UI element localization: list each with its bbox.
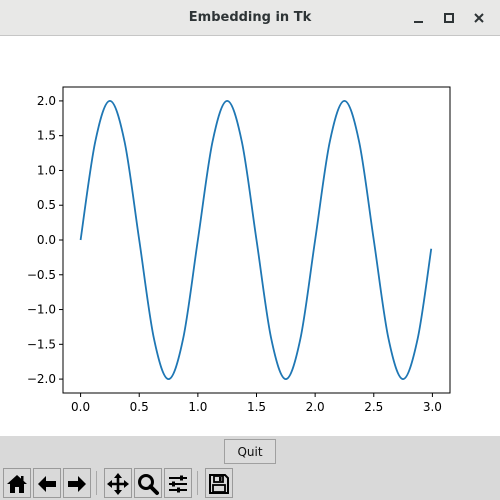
toolbar-separator [96, 471, 97, 495]
y-tick-label: −1.5 [27, 337, 56, 351]
y-tick-label: 0.0 [37, 233, 56, 247]
figure-canvas[interactable]: 0.0 0.5 1.0 1.5 2.0 2.5 3.0 2.0 1.5 1.0 0.5 0.0 −0.5… [0, 36, 500, 436]
save-icon[interactable] [205, 468, 233, 498]
y-tick-label: 2.0 [37, 94, 56, 108]
x-tick-label: 3.0 [423, 400, 442, 414]
y-tick-label: −1.0 [27, 303, 56, 317]
x-tick-label: 2.5 [364, 400, 383, 414]
toolbar-separator [197, 471, 198, 495]
y-tick-label: 1.0 [37, 163, 56, 177]
configure-subplots-icon[interactable] [164, 468, 192, 498]
line-chart: 0.0 0.5 1.0 1.5 2.0 2.5 3.0 2.0 1.5 1.0 0.5 0.0 −0.5… [27, 86, 451, 414]
quit-button[interactable]: Quit [224, 439, 276, 464]
y-tick-label: −0.5 [27, 268, 56, 282]
x-tick-label: 1.5 [247, 400, 266, 414]
back-arrow-icon[interactable] [33, 468, 61, 498]
minimize-icon[interactable] [410, 9, 428, 27]
x-tick-label: 0.5 [130, 400, 149, 414]
y-tick-label: 0.5 [37, 198, 56, 212]
title-bar: Embedding in Tk [0, 0, 500, 36]
y-tick-label: −2.0 [27, 372, 56, 386]
close-icon[interactable] [470, 9, 488, 27]
x-tick-label: 0.0 [71, 400, 90, 414]
app-window: Embedding in Tk 0.0 0.5 1.0 1.5 2.0 2.5 3.0 2.0… [0, 0, 500, 500]
sine-series-line [79, 100, 433, 380]
zoom-icon[interactable] [134, 468, 162, 498]
navigation-toolbar [0, 467, 500, 500]
maximize-icon[interactable] [440, 9, 458, 27]
x-tick-label: 1.0 [188, 400, 207, 414]
pan-icon[interactable] [104, 468, 132, 498]
forward-arrow-icon[interactable] [63, 468, 91, 498]
home-icon[interactable] [3, 468, 31, 498]
y-tick-label: 1.5 [37, 129, 56, 143]
x-tick-label: 2.0 [306, 400, 325, 414]
